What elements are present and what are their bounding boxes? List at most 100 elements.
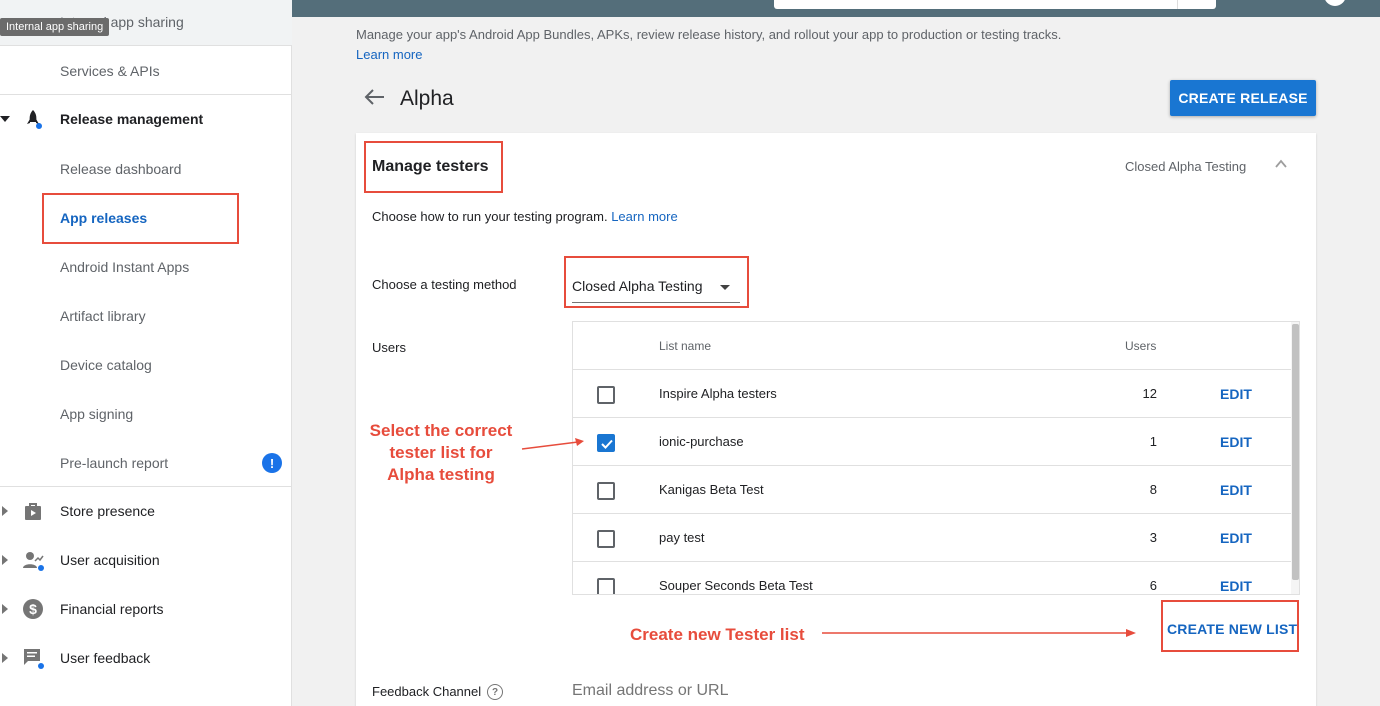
column-header-users: Users xyxy=(1125,339,1157,353)
edit-button[interactable]: EDIT xyxy=(1220,386,1252,402)
annotation-create-list: Create new Tester list xyxy=(630,625,805,644)
dollar-circle-icon: $ xyxy=(23,599,43,619)
annotation-line: Select the correct xyxy=(369,421,513,440)
choose-description: Choose how to run your testing program. … xyxy=(372,209,678,224)
checkmark-icon xyxy=(601,439,613,449)
testing-method-select[interactable]: Closed Alpha Testing xyxy=(572,275,740,303)
annotation-line: Alpha testing xyxy=(387,465,495,484)
rocket-icon xyxy=(27,110,42,129)
table-row: ionic-purchase 1 EDIT xyxy=(573,418,1291,466)
list-name: pay test xyxy=(659,530,705,545)
sidebar-item-release-management[interactable]: Release management xyxy=(0,95,292,143)
list-name: ionic-purchase xyxy=(659,434,744,449)
table-row: Inspire Alpha testers 12 EDIT xyxy=(573,370,1291,418)
user-acquisition-icon xyxy=(23,552,44,571)
sidebar-item-label: Pre-launch report xyxy=(60,455,169,471)
sidebar-item-android-instant-apps[interactable]: Android Instant Apps xyxy=(0,243,292,291)
edit-button[interactable]: EDIT xyxy=(1220,530,1252,546)
row-checkbox[interactable] xyxy=(597,434,615,452)
top-app-bar xyxy=(292,0,1380,17)
sidebar-item-label: Store presence xyxy=(60,503,155,519)
table-row: Souper Seconds Beta Test 6 EDIT xyxy=(573,562,1291,594)
divider xyxy=(0,45,292,46)
table-row: Kanigas Beta Test 8 EDIT xyxy=(573,466,1291,514)
edit-button[interactable]: EDIT xyxy=(1220,482,1252,498)
sidebar-item-label: App signing xyxy=(60,406,134,422)
sidebar-item-store-presence[interactable]: Store presence xyxy=(0,487,292,535)
user-count: 1 xyxy=(1149,434,1157,449)
alert-badge-icon: ! xyxy=(262,453,282,473)
sidebar-item-label: Release dashboard xyxy=(60,161,182,177)
sidebar-item-user-feedback[interactable]: User feedback xyxy=(0,634,292,682)
table-row: pay test 3 EDIT xyxy=(573,514,1291,562)
avatar[interactable] xyxy=(1324,0,1346,6)
sidebar-item-app-releases[interactable]: App releases xyxy=(0,194,292,242)
sidebar-item-device-catalog[interactable]: Device catalog xyxy=(0,341,292,389)
row-checkbox[interactable] xyxy=(597,482,615,500)
tooltip: Internal app sharing xyxy=(0,18,110,36)
users-label: Users xyxy=(372,340,406,355)
page-description: Manage your app's Android App Bundles, A… xyxy=(356,27,1062,42)
user-count: 8 xyxy=(1149,482,1157,497)
edit-button[interactable]: EDIT xyxy=(1220,434,1252,450)
sidebar-item-release-dashboard[interactable]: Release dashboard xyxy=(0,145,292,193)
annotation-line: tester list for xyxy=(389,443,493,462)
testing-method-label: Choose a testing method xyxy=(372,277,517,292)
table-header: List name Users xyxy=(573,322,1291,370)
testing-status: Closed Alpha Testing xyxy=(1125,159,1247,174)
user-count: 12 xyxy=(1142,386,1157,401)
sidebar-item-artifact-library[interactable]: Artifact library xyxy=(0,292,292,340)
sidebar-item-app-signing[interactable]: App signing xyxy=(0,390,292,438)
list-name: Inspire Alpha testers xyxy=(659,386,777,401)
sidebar-item-label: Services & APIs xyxy=(60,63,160,79)
svg-text:$: $ xyxy=(29,601,37,617)
sidebar: Internal app sharing Internal app sharin… xyxy=(0,0,292,706)
sidebar-item-label: User feedback xyxy=(60,650,151,666)
scrollbar-thumb[interactable] xyxy=(1292,324,1299,580)
row-checkbox[interactable] xyxy=(597,530,615,548)
sidebar-item-label: App releases xyxy=(60,210,148,226)
row-checkbox[interactable] xyxy=(597,386,615,404)
sidebar-item-label: User acquisition xyxy=(60,552,160,568)
annotation-arrow-icon xyxy=(822,629,1136,637)
sidebar-item-pre-launch-report[interactable]: Pre-launch report ! xyxy=(0,439,292,487)
search-input[interactable] xyxy=(774,0,1216,9)
list-name: Souper Seconds Beta Test xyxy=(659,578,813,593)
sidebar-item-label: Financial reports xyxy=(60,601,164,617)
testing-method-value: Closed Alpha Testing xyxy=(572,278,703,294)
sidebar-item-user-acquisition[interactable]: User acquisition xyxy=(0,536,292,584)
feedback-channel-label: Feedback Channel xyxy=(372,684,482,699)
expand-right-icon xyxy=(2,604,8,614)
expand-right-icon xyxy=(2,506,8,516)
table-scrollbar[interactable] xyxy=(1291,322,1299,594)
sidebar-item-financial-reports[interactable]: $ Financial reports xyxy=(0,585,292,633)
dropdown-caret-icon xyxy=(720,285,730,290)
feedback-icon xyxy=(24,649,44,669)
sidebar-item-label: Artifact library xyxy=(60,308,146,324)
row-checkbox[interactable] xyxy=(597,578,615,594)
help-icon[interactable]: ? xyxy=(487,684,503,700)
back-arrow-icon[interactable] xyxy=(363,88,385,106)
expand-right-icon xyxy=(2,555,8,565)
expand-down-icon xyxy=(0,116,10,122)
tester-lists-table: List name Users Inspire Alpha testers 12… xyxy=(572,321,1300,595)
sidebar-item-label: Release management xyxy=(60,111,204,127)
annotation-select-list: Select the correct tester list for Alpha… xyxy=(356,420,526,486)
page-title: Alpha xyxy=(400,87,454,110)
column-header-list-name: List name xyxy=(659,339,712,353)
feedback-channel-input[interactable] xyxy=(572,682,872,700)
card-title: Manage testers xyxy=(372,158,489,175)
sidebar-item-label: Device catalog xyxy=(60,357,152,373)
choose-text: Choose how to run your testing program. xyxy=(372,209,608,224)
learn-more-link[interactable]: Learn more xyxy=(611,209,677,224)
user-count: 3 xyxy=(1149,530,1157,545)
create-new-list-button[interactable]: CREATE NEW LIST xyxy=(1167,621,1297,637)
learn-more-link[interactable]: Learn more xyxy=(356,47,422,62)
edit-button[interactable]: EDIT xyxy=(1220,578,1252,594)
sidebar-item-services-apis[interactable]: Services & APIs xyxy=(0,47,292,95)
user-count: 6 xyxy=(1149,578,1157,593)
create-release-button[interactable]: CREATE RELEASE xyxy=(1170,80,1316,116)
expand-right-icon xyxy=(2,653,8,663)
chevron-up-icon[interactable] xyxy=(1274,157,1288,171)
shopping-bag-icon xyxy=(25,503,41,520)
